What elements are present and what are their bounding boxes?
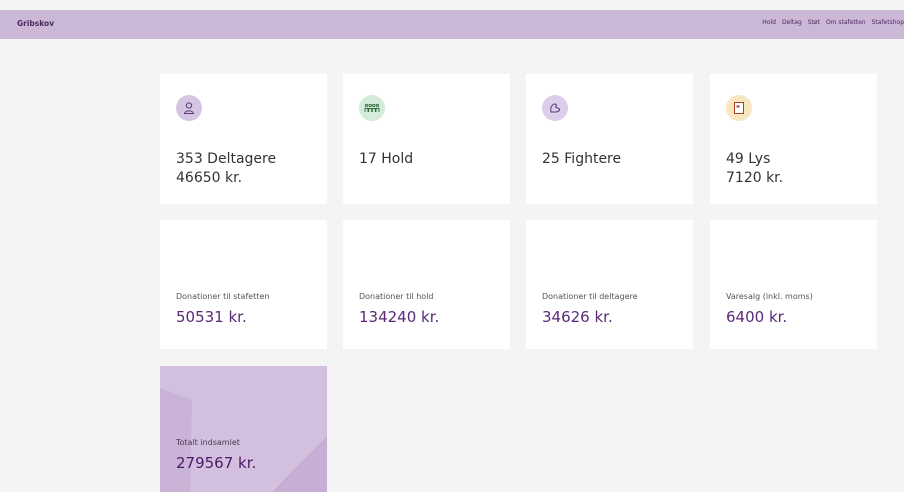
stat-card-hold: 17 Hold [343, 74, 510, 204]
stat-text: 49 Lys 7120 kr. [726, 150, 783, 188]
donation-card-stafetten: Donationer til stafetten 50531 kr. [160, 220, 327, 349]
nav-hold[interactable]: Hold [762, 19, 776, 26]
donation-label: Donationer til hold [359, 292, 434, 301]
brand-logo[interactable]: Gribskov [17, 19, 54, 28]
donation-value: 6400 kr. [726, 308, 788, 326]
nav-om-stafetten[interactable]: Om stafetten [826, 19, 866, 26]
stat-card-fightere: 25 Fightere [526, 74, 693, 204]
donation-card-varesalg: Varesalg (inkl. moms) 6400 kr. [710, 220, 877, 349]
donation-value: 50531 kr. [176, 308, 247, 326]
stat-count: 25 Fightere [542, 151, 622, 167]
donation-card-deltagere: Donationer til deltagere 34626 kr. [526, 220, 693, 349]
stat-text: 17 Hold [359, 150, 413, 169]
donation-card-hold: Donationer til hold 134240 kr. [343, 220, 510, 349]
fighter-icon [542, 95, 568, 121]
stat-count: 353 Deltagere [176, 151, 277, 167]
donation-value: 34626 kr. [542, 308, 613, 326]
total-label: Totalt indsamlet [176, 438, 240, 447]
person-icon [176, 95, 202, 121]
donation-label: Donationer til stafetten [176, 292, 270, 301]
candle-bag-icon [726, 95, 752, 121]
donation-label: Donationer til deltagere [542, 292, 638, 301]
stat-amount: 7120 kr. [726, 170, 784, 186]
total-collected-card: Totalt indsamlet 279567 kr. [160, 366, 327, 492]
donation-value: 134240 kr. [359, 308, 440, 326]
stat-text: 25 Fightere [542, 150, 621, 169]
nav-stafetshop[interactable]: Stafetshop [872, 19, 904, 26]
total-value: 279567 kr. [176, 454, 257, 472]
top-navigation-bar: Gribskov Hold Deltag Støt Om stafetten S… [0, 10, 904, 39]
stat-card-lys: 49 Lys 7120 kr. [710, 74, 877, 204]
decorative-shapes [160, 388, 327, 492]
stat-text: 353 Deltagere 46650 kr. [176, 150, 276, 188]
stat-card-deltagere: 353 Deltagere 46650 kr. [160, 74, 327, 204]
nav-stot[interactable]: Støt [808, 19, 820, 26]
donation-label: Varesalg (inkl. moms) [726, 292, 813, 301]
main-nav: Hold Deltag Støt Om stafetten Stafetshop [762, 19, 904, 26]
stat-count: 49 Lys [726, 151, 771, 167]
team-icon [359, 95, 385, 121]
nav-deltag[interactable]: Deltag [782, 19, 802, 26]
stat-amount: 46650 kr. [176, 170, 243, 186]
stat-count: 17 Hold [359, 151, 414, 167]
